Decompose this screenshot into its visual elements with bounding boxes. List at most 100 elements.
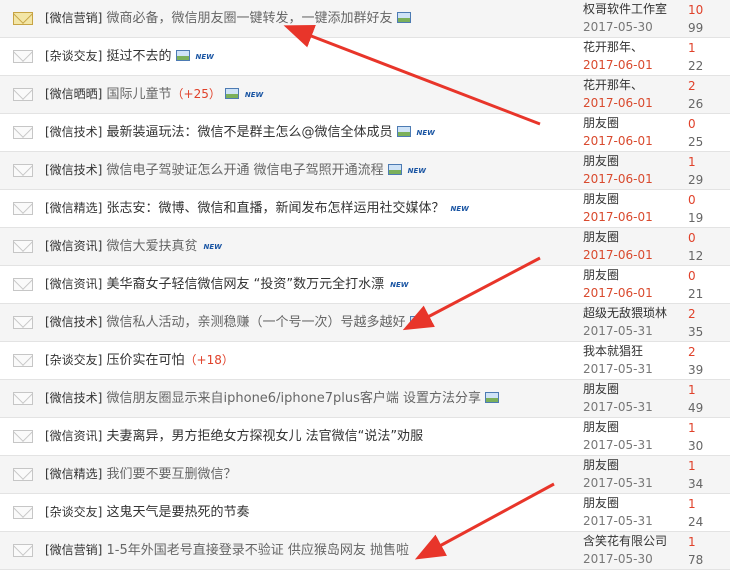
thread-link[interactable]: 微信电子驾驶证怎么开通 微信电子驾照开通流程 <box>107 163 384 178</box>
thread-category[interactable]: [微信资讯] <box>45 277 102 291</box>
thread-category[interactable]: [微信精选] <box>45 467 102 481</box>
thread-row[interactable]: [微信精选] 张志安：微博、微信和直播，新闻发布怎样运用社交媒体？ NEW 朋友圈 2… <box>0 190 730 228</box>
view-count: 78 <box>688 553 704 567</box>
thread-link[interactable]: 微信朋友圈显示来自iphone6/iphone7plus客户端 设置方法分享 <box>107 391 482 406</box>
thread-link[interactable]: 夫妻离异，男方拒绝女方探视女儿 法官微信“说法”劝服 <box>107 429 424 444</box>
thread-link[interactable]: 挺过不去的 <box>107 49 172 64</box>
thread-author[interactable]: 朋友圈 <box>583 268 619 283</box>
thread-row[interactable]: [杂谈交友] 压价实在可怕（+18） 我本就猖狂 2017-05-31 2 39 <box>0 342 730 380</box>
envelope-icon <box>13 12 33 25</box>
thread-link[interactable]: 微信大爱扶真贫 <box>107 239 198 254</box>
thread-author[interactable]: 含笑花有限公司 <box>583 534 667 549</box>
thread-category[interactable]: [微信技术] <box>45 125 102 139</box>
reply-count[interactable]: 1 <box>688 383 696 397</box>
envelope-icon <box>13 392 33 405</box>
reply-count[interactable]: 1 <box>688 459 696 473</box>
thread-link[interactable]: 这鬼天气是要热死的节奏 <box>107 505 250 520</box>
view-count: 35 <box>688 325 704 339</box>
thread-title-line: [微信精选] 张志安：微博、微信和直播，新闻发布怎样运用社交媒体？ NEW <box>45 199 469 218</box>
thread-title-line: [微信晒晒] 国际儿童节（+25） NEW <box>45 85 263 104</box>
reply-count[interactable]: 0 <box>688 193 696 207</box>
thread-row[interactable]: [微信资讯] 夫妻离异，男方拒绝女方探视女儿 法官微信“说法”劝服 朋友圈 2017… <box>0 418 730 456</box>
new-badge: NEW <box>407 167 427 175</box>
reply-count[interactable]: 0 <box>688 269 696 283</box>
thread-row[interactable]: [微信技术] 微信电子驾驶证怎么开通 微信电子驾照开通流程 NEW 朋友圈 2017-… <box>0 152 730 190</box>
image-attachment-icon <box>485 392 500 403</box>
thread-row[interactable]: [微信资讯] 美华裔女子轻信微信网友 “投资”数万元全打水漂 NEW 朋友圈 2017… <box>0 266 730 304</box>
thread-category[interactable]: [微信营销] <box>45 11 102 25</box>
thread-author[interactable]: 朋友圈 <box>583 116 619 131</box>
thread-row[interactable]: [微信晒晒] 国际儿童节（+25） NEW 花开那年、 2017-06-01 2 26 <box>0 76 730 114</box>
thread-category[interactable]: [微信晒晒] <box>45 87 102 101</box>
reply-count[interactable]: 2 <box>688 345 696 359</box>
thread-author[interactable]: 花开那年、 <box>583 40 643 55</box>
reply-count[interactable]: 1 <box>688 497 696 511</box>
thread-row[interactable]: [微信营销] 微商必备，微信朋友圈一键转发，一键添加群好友 权哥软件工作室 2017… <box>0 0 730 38</box>
thread-category[interactable]: [微信技术] <box>45 391 102 405</box>
thread-link[interactable]: 美华裔女子轻信微信网友 “投资”数万元全打水漂 <box>107 277 385 292</box>
thread-category[interactable]: [微信营销] <box>45 543 102 557</box>
thread-category[interactable]: [微信技术] <box>45 163 102 177</box>
thread-row[interactable]: [杂谈交友] 这鬼天气是要热死的节奏 朋友圈 2017-05-31 1 24 <box>0 494 730 532</box>
thread-author[interactable]: 超级无敌猥琐林 <box>583 306 667 321</box>
thread-category[interactable]: [微信精选] <box>45 201 102 215</box>
thread-title-line: [微信资讯] 微信大爱扶真贫 NEW <box>45 237 222 256</box>
envelope-icon <box>13 164 33 177</box>
thread-author[interactable]: 朋友圈 <box>583 496 619 511</box>
thread-link[interactable]: 微商必备，微信朋友圈一键转发，一键添加群好友 <box>107 11 393 26</box>
thread-link[interactable]: 最新装逼玩法：微信不是群主怎么@微信全体成员 <box>107 125 393 140</box>
new-badge: NEW <box>416 129 435 137</box>
thread-category[interactable]: [杂谈交友] <box>45 505 102 519</box>
reply-count[interactable]: 1 <box>688 421 696 435</box>
thread-row[interactable]: [杂谈交友] 挺过不去的 NEW 花开那年、 2017-06-01 1 22 <box>0 38 730 76</box>
reply-count[interactable]: 0 <box>688 117 696 131</box>
thread-category[interactable]: [微信资讯] <box>45 429 102 443</box>
image-attachment-icon <box>387 164 402 175</box>
reply-count[interactable]: 1 <box>688 535 696 549</box>
reply-count[interactable]: 1 <box>688 155 696 169</box>
thread-date: 2017-05-30 <box>583 20 653 34</box>
reply-count[interactable]: 2 <box>688 79 696 93</box>
thread-author[interactable]: 朋友圈 <box>583 382 619 397</box>
thread-row[interactable]: [微信精选] 我们要不要互删微信？ 朋友圈 2017-05-31 1 34 <box>0 456 730 494</box>
thread-row[interactable]: [微信技术] 微信私人活动，亲测稳赚（一个号一次）号越多越好 超级无敌猥琐林 201… <box>0 304 730 342</box>
thread-row[interactable]: [微信技术] 最新装逼玩法：微信不是群主怎么@微信全体成员 NEW 朋友圈 2017-… <box>0 114 730 152</box>
thread-category[interactable]: [微信资讯] <box>45 239 102 253</box>
thread-category[interactable]: [杂谈交友] <box>45 49 102 63</box>
thread-category[interactable]: [杂谈交友] <box>45 353 102 367</box>
thread-author[interactable]: 我本就猖狂 <box>583 344 643 359</box>
view-count: 22 <box>688 59 704 73</box>
view-count: 34 <box>688 477 704 491</box>
thread-author[interactable]: 朋友圈 <box>583 458 619 473</box>
reply-count[interactable]: 0 <box>688 231 696 245</box>
reply-count[interactable]: 2 <box>688 307 696 321</box>
thread-title-line: [杂谈交友] 这鬼天气是要热死的节奏 <box>45 503 250 522</box>
thread-score: （+18） <box>184 353 234 367</box>
thread-author[interactable]: 朋友圈 <box>583 192 619 207</box>
image-attachment-icon <box>396 126 411 137</box>
thread-author[interactable]: 朋友圈 <box>583 230 619 245</box>
thread-row[interactable]: [微信技术] 微信朋友圈显示来自iphone6/iphone7plus客户端 设… <box>0 380 730 418</box>
thread-link[interactable]: 张志安：微博、微信和直播，新闻发布怎样运用社交媒体？ <box>107 201 445 216</box>
thread-row[interactable]: [微信营销] 1-5年外国老号直接登录不验证 供应猴岛网友 抛售啦 含笑花有限公司… <box>0 532 730 570</box>
new-badge: NEW <box>203 243 222 251</box>
thread-title-line: [微信技术] 最新装逼玩法：微信不是群主怎么@微信全体成员 NEW <box>45 123 435 142</box>
reply-count[interactable]: 10 <box>688 3 703 17</box>
thread-title-line: [微信技术] 微信私人活动，亲测稳赚（一个号一次）号越多越好 <box>45 313 424 332</box>
thread-author[interactable]: 花开那年、 <box>583 78 643 93</box>
thread-row[interactable]: [微信资讯] 微信大爱扶真贫 NEW 朋友圈 2017-06-01 0 12 <box>0 228 730 266</box>
thread-link[interactable]: 我们要不要互删微信？ <box>107 467 237 482</box>
reply-count[interactable]: 1 <box>688 41 696 55</box>
view-count: 25 <box>688 135 704 149</box>
thread-link[interactable]: 国际儿童节 <box>107 87 172 102</box>
thread-link[interactable]: 微信私人活动，亲测稳赚（一个号一次）号越多越好 <box>107 315 406 330</box>
thread-category[interactable]: [微信技术] <box>45 315 102 329</box>
thread-link[interactable]: 1-5年外国老号直接登录不验证 供应猴岛网友 抛售啦 <box>107 543 410 558</box>
view-count: 99 <box>688 21 704 35</box>
image-attachment-icon <box>396 12 411 23</box>
thread-title-line: [微信技术] 微信电子驾驶证怎么开通 微信电子驾照开通流程 NEW <box>45 161 426 180</box>
thread-author[interactable]: 朋友圈 <box>583 154 619 169</box>
thread-link[interactable]: 压价实在可怕 <box>107 353 185 368</box>
thread-author[interactable]: 权哥软件工作室 <box>583 2 667 17</box>
thread-author[interactable]: 朋友圈 <box>583 420 619 435</box>
